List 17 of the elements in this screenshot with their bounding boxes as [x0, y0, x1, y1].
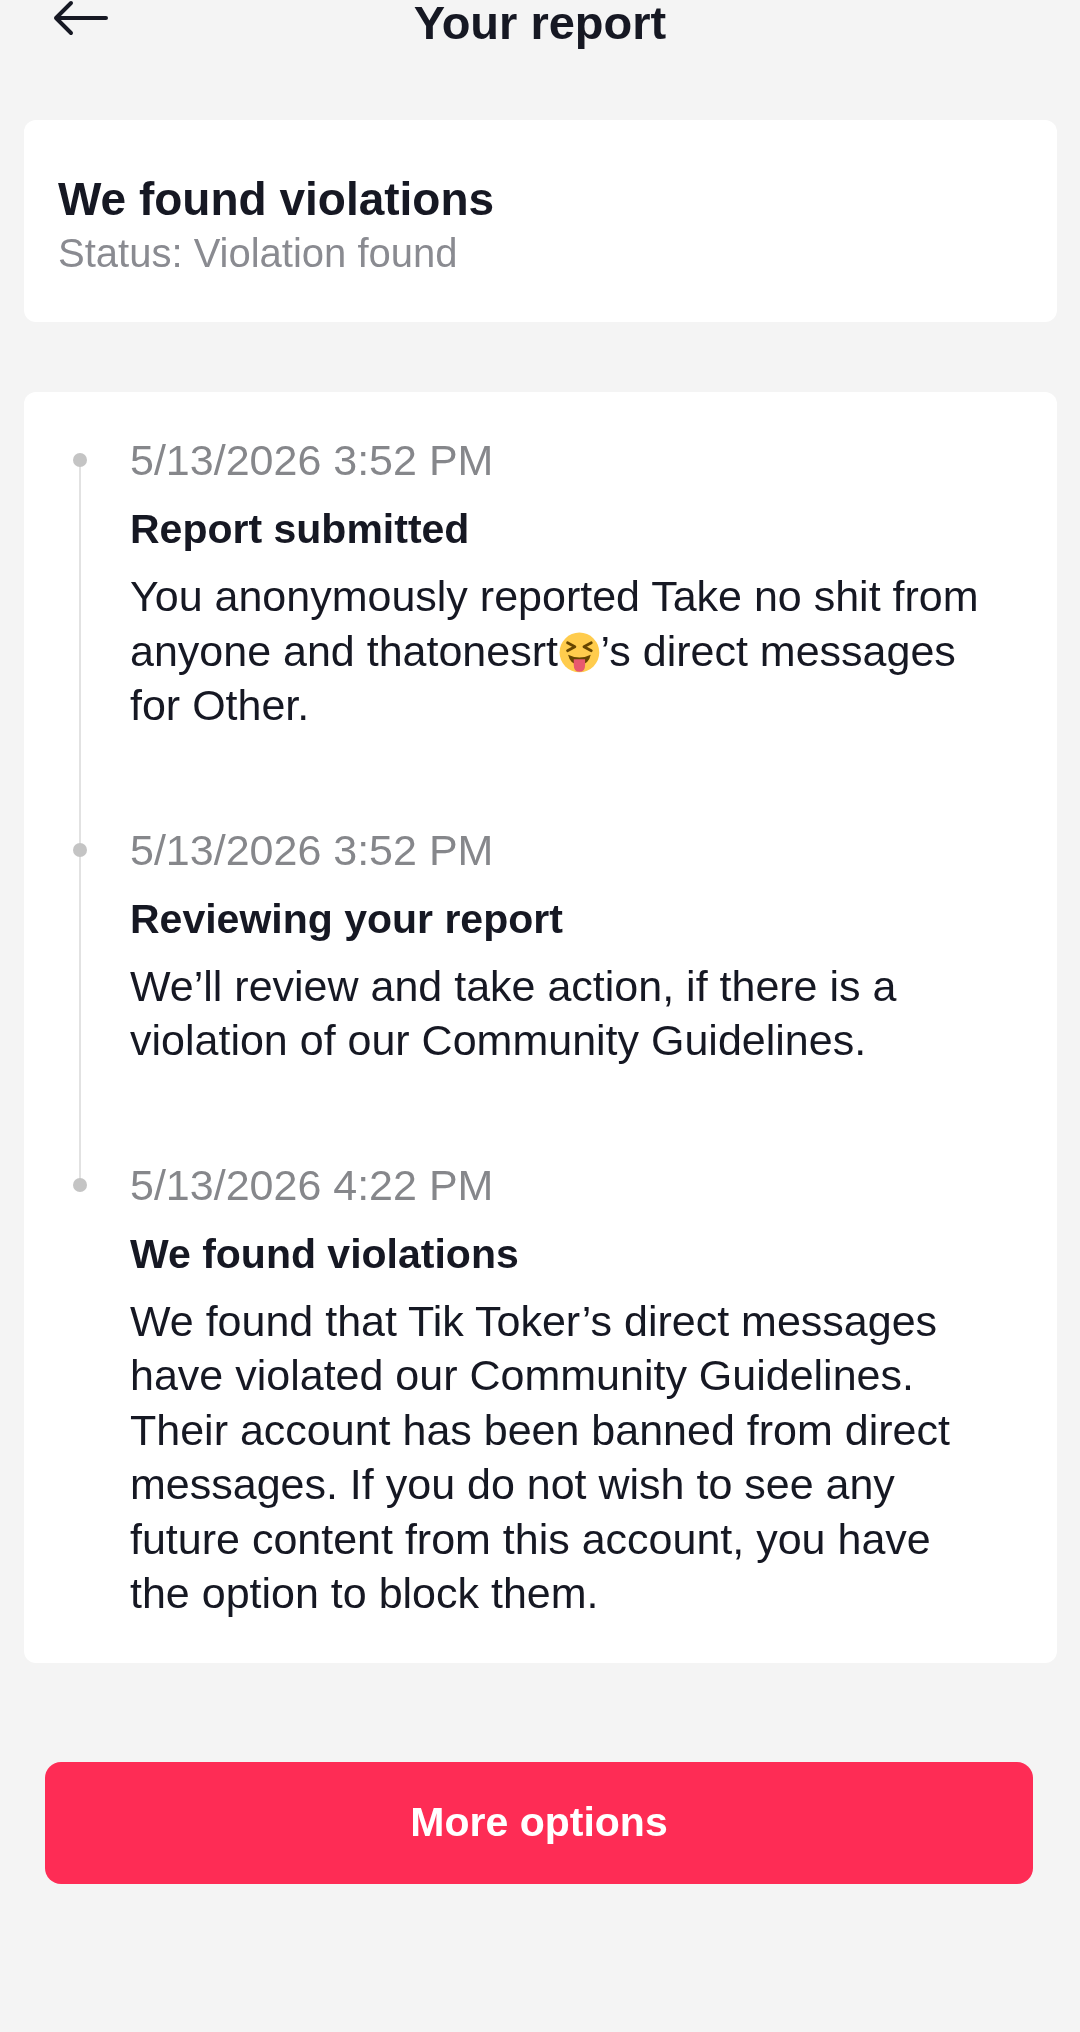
timeline-dot-icon — [73, 453, 87, 467]
timeline-dot-icon — [73, 842, 87, 857]
timeline-dot-icon — [73, 1177, 87, 1192]
event-description: We’ll review and take action, if there is a violation of our Community Guidelines. — [130, 960, 898, 1066]
event-time: 5/13/2026 3:52 PM — [130, 824, 495, 876]
more-options-button[interactable]: More options — [45, 1761, 1033, 1884]
back-arrow-icon[interactable] — [52, 0, 108, 36]
event-title: Report submitted — [130, 505, 471, 554]
status-text: Status: Violation found — [58, 230, 459, 276]
event-description: We found that Tik Toker’s direct messages have violated our Community Guidelines. Their account has been banned from direct messages. If you do not wish to see any future content from this account, you have the option to block them. — [130, 1295, 951, 1619]
event-title: We found violations — [130, 1229, 520, 1279]
tongue-out-face-icon — [558, 631, 600, 673]
event-description: You anonymously reported Take no shit from anyone and thatonesrt ’s direct messages for Other. — [130, 571, 980, 731]
event-time: 5/13/2026 3:52 PM — [130, 435, 495, 486]
event-time: 5/13/2026 4:22 PM — [130, 1159, 495, 1211]
event-title: Reviewing your report — [130, 894, 564, 944]
summary-title: We found violations — [58, 172, 496, 226]
